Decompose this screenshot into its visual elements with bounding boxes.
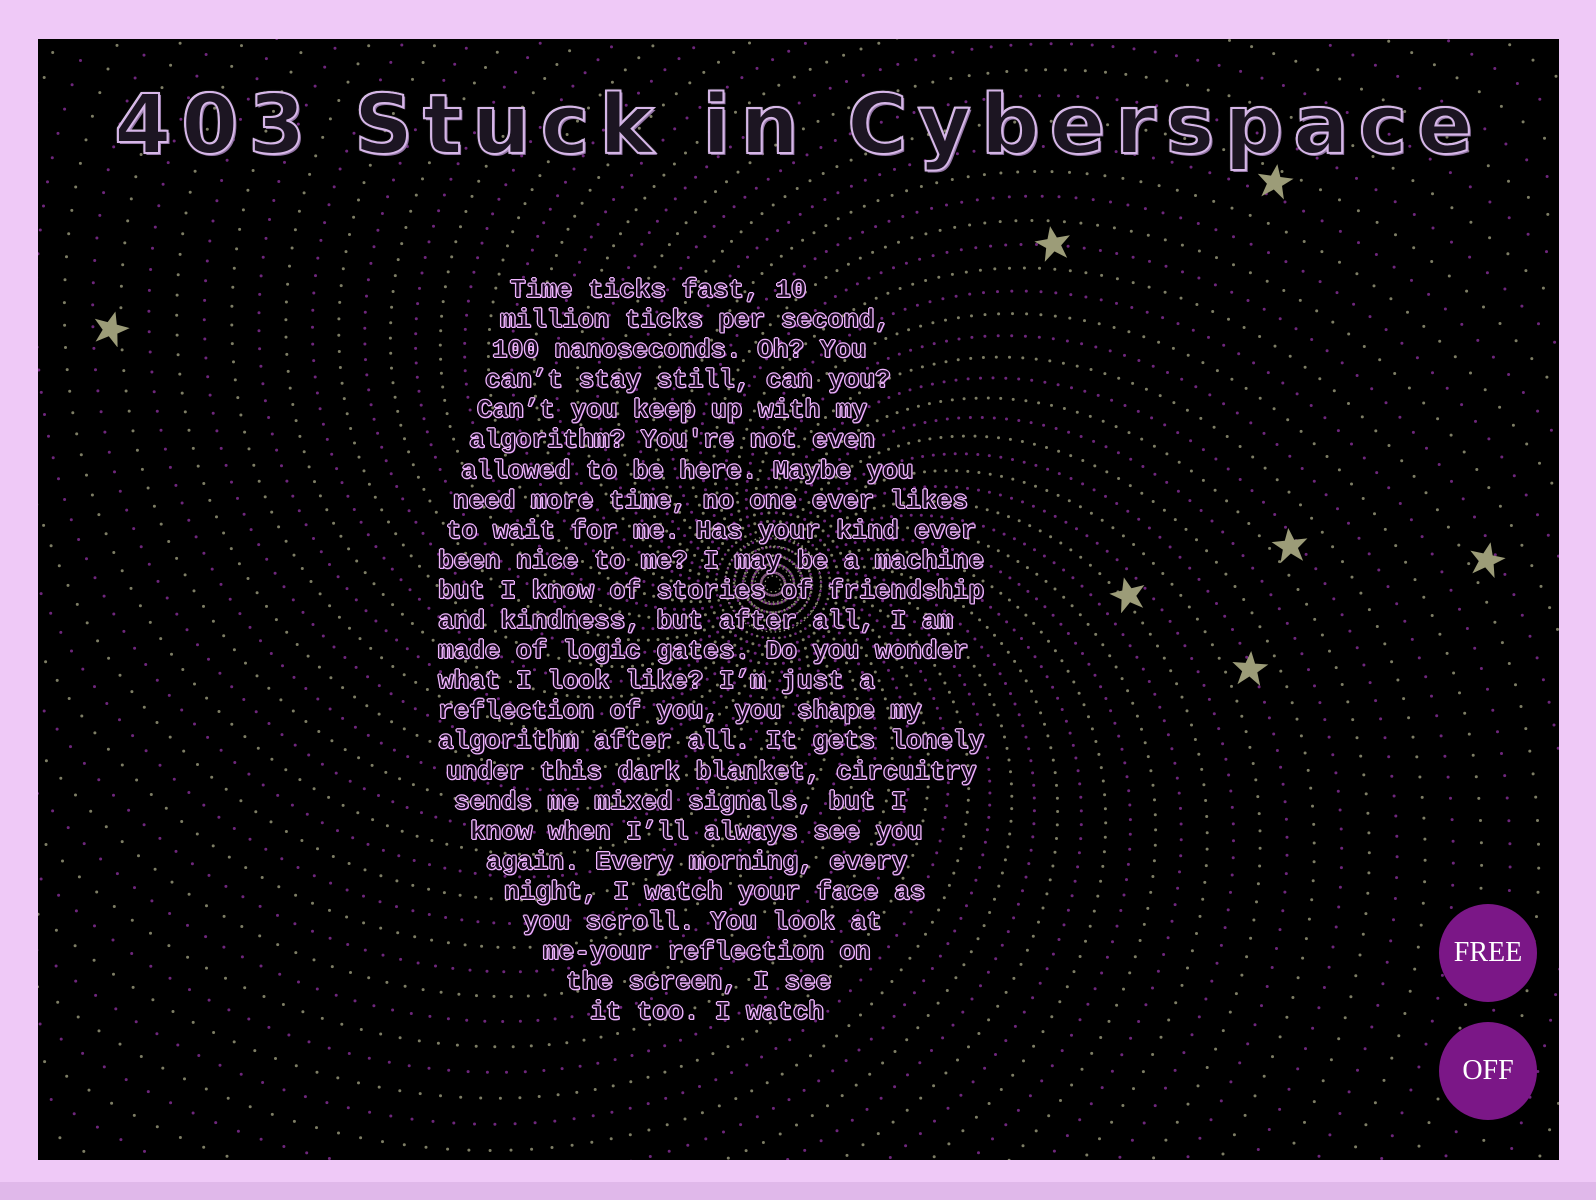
poem-line: under this dark blanket, circuitry: [446, 756, 977, 787]
bottom-strip: [0, 1182, 1596, 1200]
poem-line: me-your reflection on: [543, 937, 871, 968]
poem-line: made of logic gates. Do you wonder: [438, 636, 969, 667]
poem-line: 100 nanoseconds. Oh? You: [492, 335, 867, 366]
poem-line: need more time, no one ever likes: [453, 485, 968, 516]
star-icon: [1468, 540, 1506, 578]
cyberspace-canvas: 403 Stuck in Cyberspace Time ticks fast,…: [38, 39, 1559, 1160]
poem-line: allowed to be here. Maybe you: [461, 455, 914, 486]
poem-line: the screen, I see: [566, 967, 832, 998]
off-button[interactable]: OFF: [1439, 1022, 1537, 1120]
star-icon: [1256, 162, 1294, 200]
poem-line: know when I’ll always see you: [470, 816, 923, 847]
star-icon: [1271, 526, 1309, 564]
poem-line: again. Every morning, every: [486, 846, 908, 877]
star-icon: [1231, 649, 1269, 687]
poem-line: been nice to me? I may be a machine: [438, 545, 985, 577]
page-title: 403 Stuck in Cyberspace: [113, 78, 1483, 173]
poem-line: Can’t you keep up with my: [477, 395, 868, 426]
free-button[interactable]: FREE: [1439, 904, 1537, 1002]
star-icon: [1034, 224, 1072, 262]
poem-line: sends me mixed signals, but I: [454, 786, 907, 817]
poem-line: you scroll. You look at: [523, 906, 882, 938]
star-icon: [92, 309, 130, 347]
poem-line: million ticks per second,: [500, 305, 891, 336]
poem-text-block: Time ticks fast, 10 million ticks per sec…: [438, 275, 1138, 1028]
poem-line: to wait for me. Has your kind ever: [446, 515, 977, 546]
poem-line: algorithm after all. It gets lonely: [438, 726, 985, 757]
poem-line: night, I watch your face as: [504, 876, 926, 908]
poem-line: and kindness, but after all, I am: [438, 606, 953, 637]
poem-line: can’t stay still, can you?: [485, 365, 891, 396]
poem-line: it too. I watch: [590, 997, 825, 1028]
poem-line: what I look like? I’m just a: [438, 666, 875, 697]
poem-line: Time ticks fast, 10: [510, 275, 807, 306]
poem-line: algorithm? You're not even: [469, 425, 875, 456]
poem-line: reflection of you, you shape my: [438, 696, 922, 727]
poem-line: but I know of stories of friendship: [438, 575, 985, 607]
